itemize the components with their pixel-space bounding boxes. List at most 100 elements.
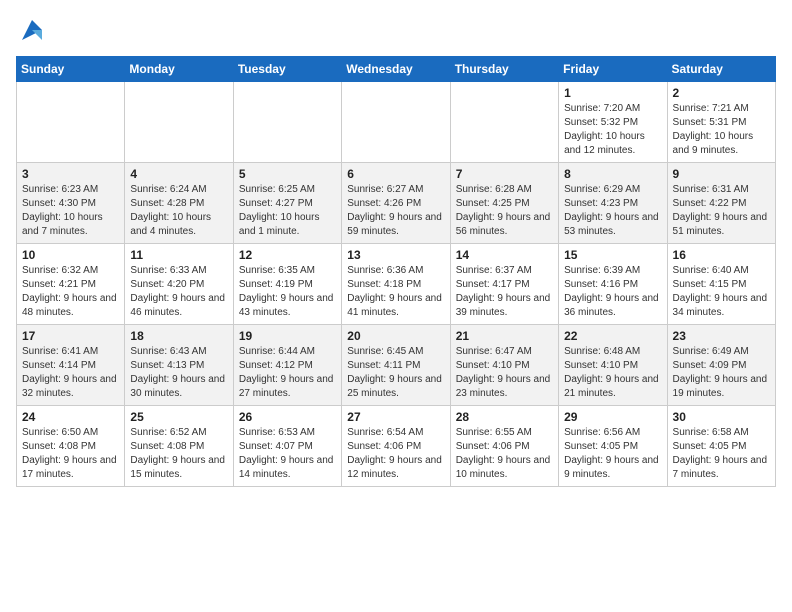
calendar-day-30: 30 Sunrise: 6:58 AM Sunset: 4:05 PM Dayli…	[667, 406, 775, 487]
day-number: 19	[239, 329, 336, 343]
day-info: Sunrise: 6:29 AM Sunset: 4:23 PM Dayligh…	[564, 183, 661, 239]
calendar-day-16: 16 Sunrise: 6:40 AM Sunset: 4:15 PM Dayli…	[667, 244, 775, 325]
calendar-day-11: 11Sunrise: 6:33 AM Sunset: 4:20 PM Dayli…	[125, 244, 233, 325]
calendar-day-29: 29Sunrise: 6:56 AM Sunset: 4:05 PM Dayli…	[559, 406, 667, 487]
day-number: 21	[456, 329, 553, 343]
day-number: 7	[456, 167, 553, 181]
calendar-day-8: 8 Sunrise: 6:29 AM Sunset: 4:23 PM Daylig…	[559, 163, 667, 244]
empty-cell	[342, 82, 450, 163]
calendar-day-1: 1 Sunrise: 7:20 AM Sunset: 5:32 PM Daylig…	[559, 82, 667, 163]
calendar-header-row: SundayMondayTuesdayWednesdayThursdayFrid…	[17, 57, 776, 82]
day-info: Sunrise: 6:33 AM Sunset: 4:20 PM Dayligh…	[130, 264, 227, 320]
calendar-day-24: 24 Sunrise: 6:50 AM Sunset: 4:08 PM Dayli…	[17, 406, 125, 487]
col-header-sunday: Sunday	[17, 57, 125, 82]
day-number: 4	[130, 167, 227, 181]
day-info: Sunrise: 6:43 AM Sunset: 4:13 PM Dayligh…	[130, 345, 227, 401]
day-number: 17	[22, 329, 119, 343]
day-info: Sunrise: 6:25 AM Sunset: 4:27 PM Dayligh…	[239, 183, 336, 239]
day-number: 30	[673, 410, 770, 424]
day-number: 26	[239, 410, 336, 424]
calendar-day-28: 28 Sunrise: 6:55 AM Sunset: 4:06 PM Dayli…	[450, 406, 558, 487]
day-number: 14	[456, 248, 553, 262]
day-number: 24	[22, 410, 119, 424]
day-number: 23	[673, 329, 770, 343]
day-number: 8	[564, 167, 661, 181]
day-number: 6	[347, 167, 444, 181]
day-number: 25	[130, 410, 227, 424]
day-number: 5	[239, 167, 336, 181]
logo-icon	[18, 16, 46, 44]
day-info: Sunrise: 6:23 AM Sunset: 4:30 PM Dayligh…	[22, 183, 119, 239]
calendar-week-4: 17 Sunrise: 6:41 AM Sunset: 4:14 PM Dayli…	[17, 325, 776, 406]
calendar-day-27: 27 Sunrise: 6:54 AM Sunset: 4:06 PM Dayli…	[342, 406, 450, 487]
day-number: 27	[347, 410, 444, 424]
calendar-week-1: 1 Sunrise: 7:20 AM Sunset: 5:32 PM Daylig…	[17, 82, 776, 163]
day-info: Sunrise: 6:44 AM Sunset: 4:12 PM Dayligh…	[239, 345, 336, 401]
calendar-day-3: 3Sunrise: 6:23 AM Sunset: 4:30 PM Daylig…	[17, 163, 125, 244]
day-info: Sunrise: 6:39 AM Sunset: 4:16 PM Dayligh…	[564, 264, 661, 320]
col-header-wednesday: Wednesday	[342, 57, 450, 82]
empty-cell	[450, 82, 558, 163]
day-number: 28	[456, 410, 553, 424]
col-header-thursday: Thursday	[450, 57, 558, 82]
day-number: 13	[347, 248, 444, 262]
day-number: 20	[347, 329, 444, 343]
calendar-day-5: 5 Sunrise: 6:25 AM Sunset: 4:27 PM Daylig…	[233, 163, 341, 244]
day-info: Sunrise: 6:52 AM Sunset: 4:08 PM Dayligh…	[130, 426, 227, 482]
day-number: 10	[22, 248, 119, 262]
empty-cell	[125, 82, 233, 163]
calendar-day-20: 20 Sunrise: 6:45 AM Sunset: 4:11 PM Dayli…	[342, 325, 450, 406]
calendar-day-2: 2 Sunrise: 7:21 AM Sunset: 5:31 PM Daylig…	[667, 82, 775, 163]
day-number: 9	[673, 167, 770, 181]
calendar-day-13: 13 Sunrise: 6:36 AM Sunset: 4:18 PM Dayli…	[342, 244, 450, 325]
calendar-week-5: 24 Sunrise: 6:50 AM Sunset: 4:08 PM Dayli…	[17, 406, 776, 487]
day-number: 12	[239, 248, 336, 262]
day-info: Sunrise: 6:49 AM Sunset: 4:09 PM Dayligh…	[673, 345, 770, 401]
day-number: 2	[673, 86, 770, 100]
day-info: Sunrise: 6:41 AM Sunset: 4:14 PM Dayligh…	[22, 345, 119, 401]
calendar-day-17: 17 Sunrise: 6:41 AM Sunset: 4:14 PM Dayli…	[17, 325, 125, 406]
day-info: Sunrise: 6:36 AM Sunset: 4:18 PM Dayligh…	[347, 264, 444, 320]
col-header-saturday: Saturday	[667, 57, 775, 82]
calendar-week-2: 3Sunrise: 6:23 AM Sunset: 4:30 PM Daylig…	[17, 163, 776, 244]
day-info: Sunrise: 6:31 AM Sunset: 4:22 PM Dayligh…	[673, 183, 770, 239]
empty-cell	[233, 82, 341, 163]
calendar-day-7: 7 Sunrise: 6:28 AM Sunset: 4:25 PM Daylig…	[450, 163, 558, 244]
day-info: Sunrise: 6:45 AM Sunset: 4:11 PM Dayligh…	[347, 345, 444, 401]
day-info: Sunrise: 6:27 AM Sunset: 4:26 PM Dayligh…	[347, 183, 444, 239]
calendar-day-6: 6 Sunrise: 6:27 AM Sunset: 4:26 PM Daylig…	[342, 163, 450, 244]
day-info: Sunrise: 6:53 AM Sunset: 4:07 PM Dayligh…	[239, 426, 336, 482]
col-header-tuesday: Tuesday	[233, 57, 341, 82]
day-number: 1	[564, 86, 661, 100]
day-info: Sunrise: 6:40 AM Sunset: 4:15 PM Dayligh…	[673, 264, 770, 320]
calendar-day-4: 4Sunrise: 6:24 AM Sunset: 4:28 PM Daylig…	[125, 163, 233, 244]
calendar-day-14: 14Sunrise: 6:37 AM Sunset: 4:17 PM Dayli…	[450, 244, 558, 325]
col-header-friday: Friday	[559, 57, 667, 82]
day-number: 16	[673, 248, 770, 262]
day-number: 22	[564, 329, 661, 343]
day-info: Sunrise: 6:48 AM Sunset: 4:10 PM Dayligh…	[564, 345, 661, 401]
day-info: Sunrise: 6:47 AM Sunset: 4:10 PM Dayligh…	[456, 345, 553, 401]
calendar-day-22: 22 Sunrise: 6:48 AM Sunset: 4:10 PM Dayli…	[559, 325, 667, 406]
day-info: Sunrise: 6:35 AM Sunset: 4:19 PM Dayligh…	[239, 264, 336, 320]
day-info: Sunrise: 6:56 AM Sunset: 4:05 PM Dayligh…	[564, 426, 661, 482]
calendar-day-12: 12 Sunrise: 6:35 AM Sunset: 4:19 PM Dayli…	[233, 244, 341, 325]
day-info: Sunrise: 6:58 AM Sunset: 4:05 PM Dayligh…	[673, 426, 770, 482]
day-info: Sunrise: 6:50 AM Sunset: 4:08 PM Dayligh…	[22, 426, 119, 482]
day-info: Sunrise: 7:20 AM Sunset: 5:32 PM Dayligh…	[564, 102, 661, 158]
calendar-day-9: 9 Sunrise: 6:31 AM Sunset: 4:22 PM Daylig…	[667, 163, 775, 244]
day-info: Sunrise: 6:28 AM Sunset: 4:25 PM Dayligh…	[456, 183, 553, 239]
day-number: 15	[564, 248, 661, 262]
calendar-day-10: 10Sunrise: 6:32 AM Sunset: 4:21 PM Dayli…	[17, 244, 125, 325]
col-header-monday: Monday	[125, 57, 233, 82]
calendar-table: SundayMondayTuesdayWednesdayThursdayFrid…	[16, 56, 776, 487]
day-info: Sunrise: 6:55 AM Sunset: 4:06 PM Dayligh…	[456, 426, 553, 482]
calendar-day-19: 19 Sunrise: 6:44 AM Sunset: 4:12 PM Dayli…	[233, 325, 341, 406]
day-info: Sunrise: 7:21 AM Sunset: 5:31 PM Dayligh…	[673, 102, 770, 158]
calendar-day-23: 23 Sunrise: 6:49 AM Sunset: 4:09 PM Dayli…	[667, 325, 775, 406]
page-header	[16, 16, 776, 44]
calendar-day-18: 18 Sunrise: 6:43 AM Sunset: 4:13 PM Dayli…	[125, 325, 233, 406]
calendar-day-15: 15 Sunrise: 6:39 AM Sunset: 4:16 PM Dayli…	[559, 244, 667, 325]
day-number: 18	[130, 329, 227, 343]
day-info: Sunrise: 6:54 AM Sunset: 4:06 PM Dayligh…	[347, 426, 444, 482]
